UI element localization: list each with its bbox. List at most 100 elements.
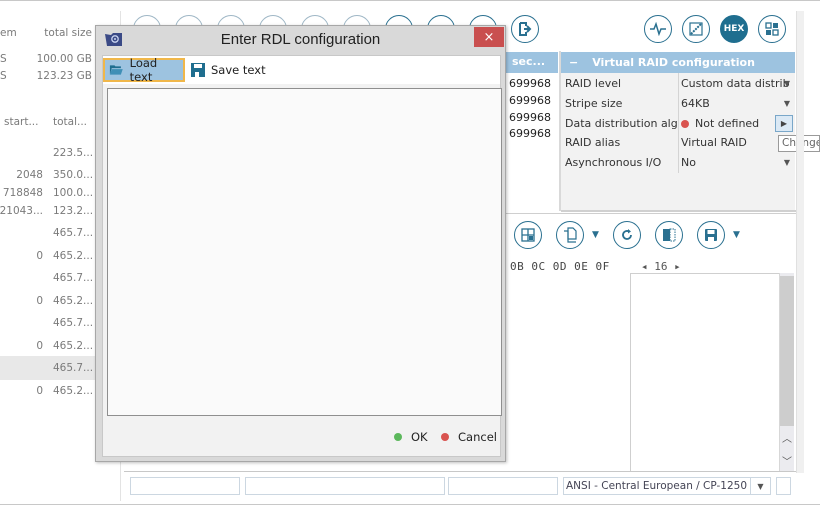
chart-icon	[689, 22, 703, 36]
dropdown-arrow-icon[interactable]: ▼	[784, 99, 790, 108]
exit-icon	[519, 22, 532, 36]
hex-toolbar-separator	[505, 213, 796, 214]
refresh-icon	[622, 229, 632, 240]
close-button[interactable]: ×	[474, 27, 504, 47]
collapse-icon[interactable]: −	[569, 56, 578, 69]
error-status-icon	[681, 119, 689, 128]
encoding-dropdown[interactable]: ANSI - Central European / CP-1250 ▼	[563, 477, 771, 495]
list-cell-start: 21043...	[0, 205, 43, 217]
column-header-total-size[interactable]: total size	[32, 27, 92, 39]
list-cell-total: 123.2...	[53, 205, 94, 217]
save-dropdown-arrow-icon[interactable]: ▼	[733, 230, 740, 240]
list-cell-total: 465.7...	[53, 317, 94, 329]
sector-value: 699968	[509, 111, 551, 124]
hex-column-header: 0B 0C 0D 0E 0F	[510, 260, 610, 273]
save-icon	[705, 229, 717, 241]
raid-config-header[interactable]: − Virtual RAID configuration	[561, 52, 795, 73]
cancel-button[interactable]: Cancel	[441, 430, 497, 444]
panel-separator[interactable]	[561, 210, 796, 212]
async-io-dropdown[interactable]: No ▼	[678, 153, 795, 173]
grid-view-button[interactable]	[514, 221, 542, 249]
column-header-total[interactable]: total...	[53, 116, 87, 128]
stripe-size-dropdown[interactable]: 64KB ▼	[678, 94, 795, 114]
dropdown-arrow-icon[interactable]: ▼	[750, 478, 770, 494]
status-bar-separator	[124, 471, 796, 472]
cancel-label: Cancel	[458, 430, 497, 444]
waveform-button[interactable]	[644, 15, 672, 43]
raid-level-dropdown[interactable]: Custom data distrib ▼	[678, 74, 795, 94]
copy-icon	[564, 227, 577, 243]
sector-value: 699968	[509, 77, 551, 90]
raid-row-key: Stripe size	[565, 97, 623, 111]
panel-toggle-button[interactable]	[655, 221, 683, 249]
load-text-button[interactable]: Load text	[103, 56, 185, 84]
list-cell-start: 2048	[16, 169, 43, 181]
copy-dropdown-arrow-icon[interactable]: ▼	[592, 230, 599, 240]
close-icon: ×	[483, 29, 495, 45]
ok-button[interactable]: OK	[394, 430, 428, 444]
folder-open-icon	[109, 65, 123, 75]
play-icon: ▶	[780, 119, 788, 128]
dialog-footer: OK Cancel	[103, 426, 500, 456]
scroll-down-icon[interactable]: ﹀	[782, 453, 792, 468]
list-cell-start: 0	[36, 340, 43, 352]
cancel-dot-icon	[441, 433, 449, 441]
scroll-up-icon[interactable]: ︿	[782, 430, 792, 445]
dropdown-arrow-icon[interactable]: ▼	[784, 158, 790, 167]
list-cell-total: 465.2...	[53, 340, 94, 352]
async-io-value: No	[681, 156, 696, 170]
scrollbar-thumb[interactable]	[780, 276, 794, 426]
list-cell-total: 100.0...	[53, 187, 94, 199]
raid-level-value: Custom data distrib	[681, 77, 790, 91]
raid-alias-value: Virtual RAID	[681, 136, 747, 150]
status-field-1	[130, 477, 240, 495]
save-text-button[interactable]: Save text	[187, 58, 270, 82]
change-button[interactable]: ▶	[775, 115, 793, 132]
list-cell-total: 350.0...	[53, 169, 94, 181]
dialog-body: Load text Save text OK Cancel	[102, 55, 502, 457]
partitions-list: em total size S 100.00 GB S 123.23 GB st…	[0, 1, 96, 506]
grid-button[interactable]	[758, 15, 786, 43]
hex-button[interactable]: HEX	[720, 15, 748, 43]
hex-vertical-scrollbar[interactable]: ︿ ﹀	[779, 273, 794, 471]
list-cell-start: 0	[36, 385, 43, 397]
increase-columns-icon[interactable]: ▸	[674, 260, 681, 273]
status-field-4	[776, 477, 791, 495]
hex-columns-control[interactable]: ◂ 16 ▸	[641, 260, 681, 273]
hex-text-header-line	[630, 273, 780, 274]
refresh-button[interactable]	[613, 221, 641, 249]
save-text-label: Save text	[211, 63, 266, 77]
raid-column-splitter[interactable]	[678, 73, 679, 173]
column-header-sectors[interactable]: sec...	[502, 52, 558, 73]
raid-row-key: RAID alias	[565, 136, 621, 150]
column-header-filesystem[interactable]: em	[0, 27, 17, 39]
dialog-title-bar[interactable]: Enter RDL configuration ×	[96, 26, 505, 54]
raid-row-key: Asynchronous I/O	[565, 156, 662, 170]
list-cell-start: 718848	[2, 187, 43, 199]
waveform-icon	[650, 22, 666, 36]
grid-view-icon	[521, 228, 535, 242]
status-field-3	[448, 477, 558, 495]
list-cell-start: 0	[36, 250, 43, 262]
raid-config-title: Virtual RAID configuration	[592, 56, 755, 69]
floppy-disk-icon	[191, 63, 205, 77]
chart-button[interactable]	[682, 15, 710, 43]
list-cell-total: 465.7...	[53, 227, 94, 239]
save-button[interactable]	[697, 221, 725, 249]
column-header-start[interactable]: start...	[4, 116, 38, 128]
list-cell-total: 465.2...	[53, 250, 94, 262]
raid-row-key: Data distribution alg...	[565, 117, 678, 131]
exit-button[interactable]	[511, 15, 539, 43]
panel-icon	[663, 228, 676, 242]
dropdown-arrow-icon[interactable]: ▼	[784, 79, 790, 88]
right-panel-border	[796, 11, 804, 473]
list-cell-total: 465.2...	[53, 385, 94, 397]
list-cell-total: 465.2...	[53, 295, 94, 307]
encoding-value: ANSI - Central European / CP-1250	[566, 480, 748, 492]
ok-dot-icon	[394, 433, 402, 441]
decrease-columns-icon[interactable]: ◂	[641, 260, 648, 273]
rdl-text-input[interactable]	[107, 88, 502, 416]
distribution-status-text: Not defined	[695, 117, 760, 131]
copy-button[interactable]	[556, 221, 584, 249]
sector-value: 699968	[509, 94, 551, 107]
